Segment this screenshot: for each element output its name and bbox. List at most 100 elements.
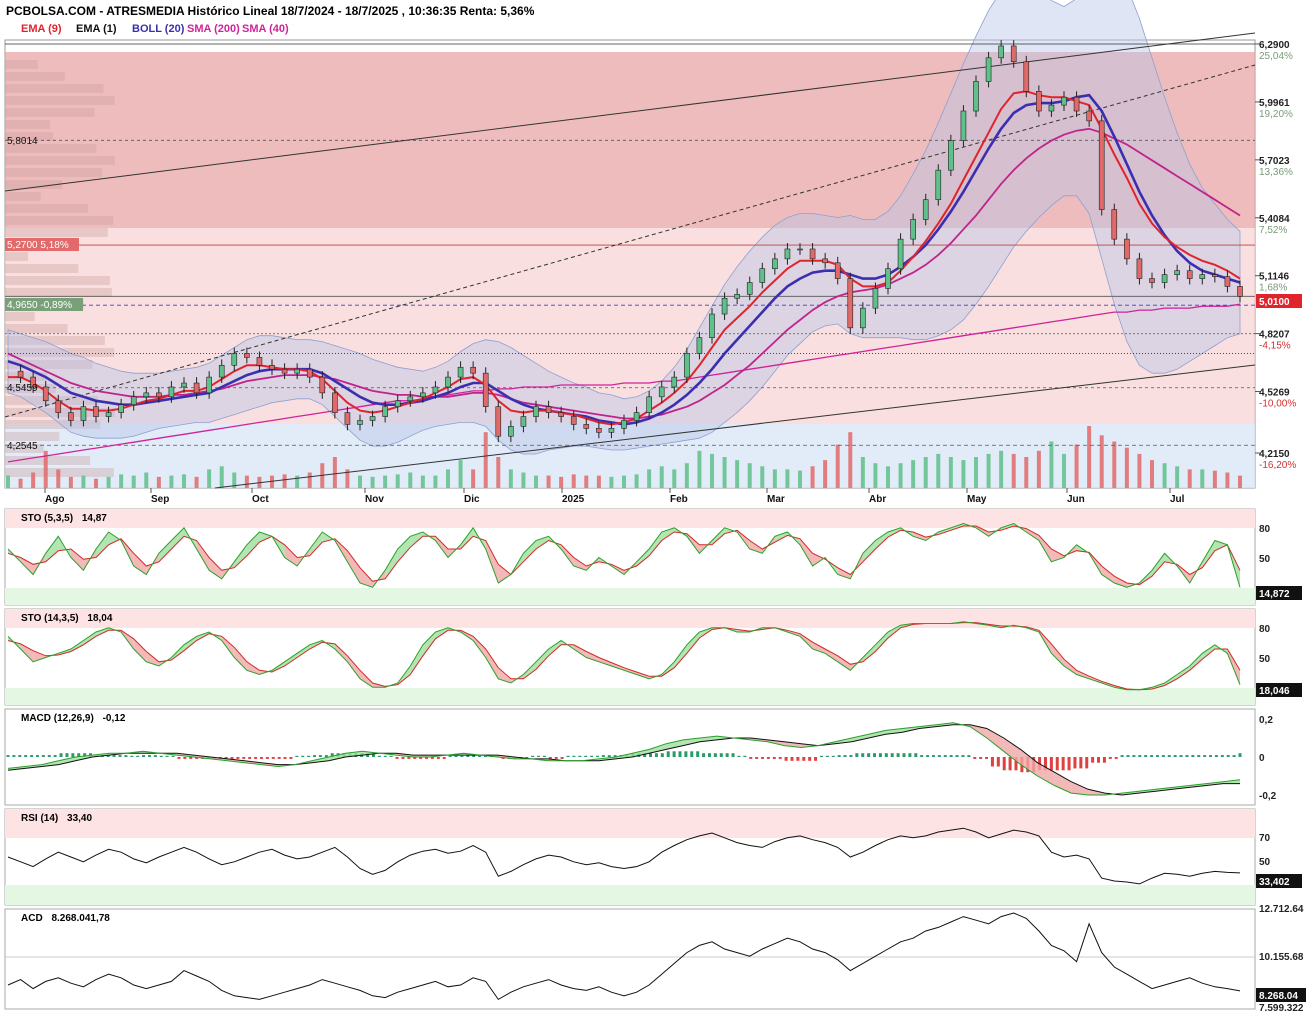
macd-histogram-bar	[6, 755, 10, 757]
macd-histogram-bar	[1150, 755, 1154, 757]
macd-histogram-bar	[772, 757, 776, 759]
candle-body	[1212, 274, 1218, 277]
volume-bar	[31, 472, 36, 488]
rsi-tick-50: 50	[1259, 857, 1271, 868]
volume-bar	[1049, 441, 1054, 488]
candle-body	[118, 404, 124, 413]
volume-bar	[446, 469, 450, 488]
volume-bar	[471, 469, 476, 488]
macd-histogram-bar	[578, 755, 582, 757]
macd-histogram-bar	[949, 755, 953, 757]
macd-histogram-bar	[814, 757, 818, 761]
macd-histogram-bar	[1097, 757, 1101, 763]
price-tick-label: 4,2150	[1259, 449, 1290, 460]
volume-profile-bar	[5, 108, 95, 117]
candle-body	[55, 400, 62, 413]
macd-histogram-bar	[819, 755, 823, 757]
macd-histogram-bar	[825, 755, 829, 757]
macd-histogram-bar	[855, 753, 859, 757]
candle-body	[822, 258, 828, 264]
volume-bar	[1162, 463, 1167, 488]
volume-bar	[332, 457, 337, 488]
current-price-label: 5,0100	[1259, 297, 1290, 308]
macd-histogram-bar	[766, 757, 770, 759]
volume-bar	[534, 475, 538, 488]
macd-histogram-bar	[454, 755, 458, 757]
candle-body	[143, 392, 150, 398]
candle-body	[1048, 104, 1055, 112]
volume-bar	[207, 469, 212, 488]
macd-histogram-bar	[1067, 757, 1071, 771]
volume-bar	[81, 475, 86, 488]
macd-histogram-bar	[1179, 755, 1183, 757]
macd-histogram-bar	[1091, 757, 1095, 763]
macd-histogram-bar	[265, 757, 269, 759]
macd-histogram-bar	[1214, 755, 1218, 757]
candle-body	[181, 382, 187, 388]
candle-body	[306, 368, 313, 378]
candle-body	[1061, 96, 1067, 106]
price-tick-label: 6,2900	[1259, 40, 1290, 51]
macd-histogram-bar	[537, 755, 541, 757]
macd-histogram-bar	[778, 757, 782, 759]
volume-bar	[936, 453, 941, 488]
volume-bar	[622, 475, 626, 488]
macd-histogram-bar	[831, 755, 835, 757]
volume-bar	[1238, 475, 1242, 488]
candle-body	[357, 420, 363, 425]
macd-histogram-bar	[1073, 757, 1077, 769]
macd-histogram-bar	[979, 757, 983, 759]
volume-bar	[835, 444, 840, 488]
candle-body	[1073, 96, 1080, 112]
price-panel: 5,8014 5,2700 5,18% 4,9650 -0,89% 4,5459…	[4, 0, 1256, 489]
rsi-panel: RSI (14) 33,40 70 50 33,402	[4, 808, 1302, 906]
candle-body	[281, 368, 288, 374]
candle-body	[570, 416, 577, 425]
macd-histogram-bar	[301, 755, 305, 757]
month-label: 2025	[562, 494, 585, 505]
candle-body	[457, 366, 464, 378]
legend-ema9: EMA (9)	[21, 23, 62, 35]
macd-histogram-bar	[719, 753, 723, 757]
volume-profile-bar	[5, 84, 104, 93]
volume-bar	[722, 457, 727, 488]
candle-body	[420, 392, 426, 398]
macd-histogram-bar	[448, 755, 452, 757]
macd-histogram-bar	[755, 757, 759, 759]
candle-body	[847, 278, 854, 329]
volume-bar	[408, 472, 413, 488]
volume-profile-bar	[5, 252, 29, 261]
candle-body	[520, 416, 527, 427]
volume-bar	[1074, 444, 1079, 488]
macd-histogram-bar	[142, 755, 146, 757]
candle-body	[332, 392, 338, 413]
macd-histogram-bar	[112, 755, 116, 757]
sto1-last-value: 14,872	[1259, 589, 1290, 600]
volume-bar	[56, 469, 61, 488]
volume-bar	[1200, 469, 1205, 488]
macd-histogram-bar	[607, 755, 611, 757]
macd-histogram-bar	[53, 755, 57, 757]
macd-histogram-bar	[784, 757, 788, 761]
macd-histogram-bar	[130, 755, 134, 757]
price-tick-pct: -16,20%	[1259, 460, 1296, 471]
indicator-legend: EMA (9) EMA (1) BOLL (20) SMA (200) SMA …	[21, 23, 289, 35]
level-label-5-8014: 5,8014	[7, 136, 38, 147]
sto1-panel: STO (5,3,5) 14,87 80 50 14,872	[4, 508, 1302, 606]
macd-histogram-bar	[307, 755, 311, 757]
candle-body	[495, 406, 502, 437]
volume-bar	[131, 475, 136, 488]
volume-bar	[634, 474, 639, 488]
candle-body	[1086, 110, 1092, 122]
macd-histogram-bar	[165, 755, 169, 757]
macd-histogram-bar	[289, 757, 293, 759]
rsi-tick-70: 70	[1259, 833, 1271, 844]
legend-boll20: BOLL (20)	[132, 23, 185, 35]
volume-bar	[358, 475, 362, 488]
macd-histogram-bar	[59, 753, 63, 757]
volume-bar	[420, 475, 425, 488]
macd-histogram-bar	[395, 757, 399, 759]
macd-histogram-bar	[30, 755, 34, 757]
macd-histogram-bar	[277, 757, 281, 759]
macd-histogram-bar	[878, 753, 882, 757]
